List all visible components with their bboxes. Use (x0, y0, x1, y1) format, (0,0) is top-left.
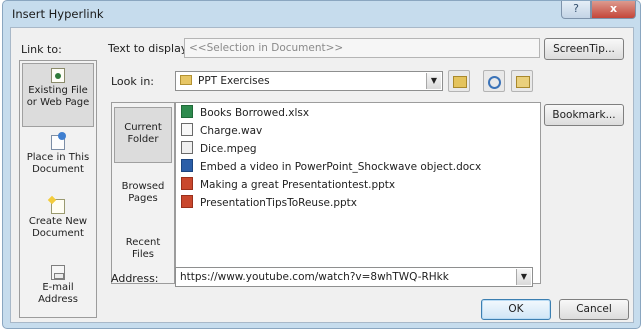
folder-icon (180, 75, 192, 85)
ok-button[interactable]: OK (481, 299, 551, 320)
excel-file-icon (181, 105, 193, 118)
file-name: Making a great Presentationtest.pptx (200, 179, 396, 191)
address-input[interactable]: https://www.youtube.com/watch?v=8whTWQ-R… (175, 267, 533, 287)
address-value: https://www.youtube.com/watch?v=8whTWQ-R… (180, 271, 449, 283)
chevron-down-icon[interactable]: ▼ (426, 73, 441, 89)
word-file-icon (181, 159, 193, 172)
file-name: Charge.wav (200, 125, 263, 137)
sub-places-pane: Current Folder Browsed Pages Recent File… (111, 102, 175, 284)
audio-file-icon (181, 123, 193, 136)
link-to-pane: Existing File or Web Page Place in This … (19, 60, 97, 318)
up-one-folder-icon[interactable] (448, 70, 470, 92)
dialog-body: Link to: Existing File or Web Page Place… (10, 27, 634, 323)
browse-web-icon[interactable] (483, 70, 505, 92)
dialog-title: Insert Hyperlink (12, 7, 104, 21)
link-to-place-in-document-label: Place in This Document (26, 152, 90, 175)
look-in-label: Look in: (111, 75, 154, 88)
address-label: Address: (111, 272, 159, 285)
browse-file-icon[interactable] (511, 70, 533, 92)
powerpoint-file-icon (181, 195, 193, 208)
list-item[interactable]: Dice.mpeg (176, 140, 540, 158)
list-item[interactable]: Embed a video in PowerPoint_Shockwave ob… (176, 158, 540, 176)
file-list: Books Borrowed.xlsx Charge.wav Dice.mpeg… (175, 102, 541, 284)
cancel-button[interactable]: Cancel (559, 299, 629, 320)
file-name: Dice.mpeg (200, 143, 257, 155)
link-to-email-label: E-mail Address (38, 282, 78, 305)
file-name: Books Borrowed.xlsx (200, 107, 310, 119)
text-to-display-input[interactable]: <<Selection in Document>> (184, 38, 540, 58)
look-in-dropdown[interactable]: PPT Exercises ▼ (175, 71, 443, 91)
insert-hyperlink-dialog: Insert Hyperlink ? x Link to: Existing F… (2, 0, 641, 329)
video-file-icon (181, 141, 193, 154)
link-to-email[interactable]: E-mail Address (22, 261, 94, 315)
file-name: Embed a video in PowerPoint_Shockwave ob… (200, 161, 482, 173)
link-to-existing-file[interactable]: Existing File or Web Page (22, 63, 94, 127)
new-document-icon (51, 199, 65, 214)
bookmark-button[interactable]: Bookmark... (544, 104, 624, 126)
current-folder-tab[interactable]: Current Folder (114, 107, 172, 163)
text-to-display-label: Text to display: (108, 42, 191, 55)
list-item[interactable]: Making a great Presentationtest.pptx (176, 176, 540, 194)
link-to-label: Link to: (21, 43, 62, 56)
chevron-down-icon[interactable]: ▼ (516, 269, 531, 285)
help-button[interactable]: ? (561, 1, 591, 19)
screentip-button[interactable]: ScreenTip... (544, 38, 624, 60)
file-name: PresentationTipsToReuse.pptx (200, 197, 358, 209)
powerpoint-file-icon (181, 177, 193, 190)
link-to-new-document-label: Create New Document (28, 216, 88, 239)
link-to-existing-file-label: Existing File or Web Page (26, 85, 90, 108)
link-to-new-document[interactable]: Create New Document (22, 195, 94, 253)
document-place-icon (51, 132, 66, 150)
list-item[interactable]: Charge.wav (176, 122, 540, 140)
link-to-place-in-document[interactable]: Place in This Document (22, 131, 94, 189)
close-button[interactable]: x (591, 1, 636, 19)
email-icon (51, 265, 65, 280)
look-in-value: PPT Exercises (198, 75, 270, 87)
list-item[interactable]: PresentationTipsToReuse.pptx (176, 194, 540, 212)
recent-files-tab[interactable]: Recent Files (114, 223, 172, 279)
list-item[interactable]: Books Borrowed.xlsx (176, 104, 540, 122)
browsed-pages-tab[interactable]: Browsed Pages (114, 167, 172, 221)
title-bar: Insert Hyperlink ? x (3, 1, 640, 27)
web-page-icon (51, 68, 65, 83)
